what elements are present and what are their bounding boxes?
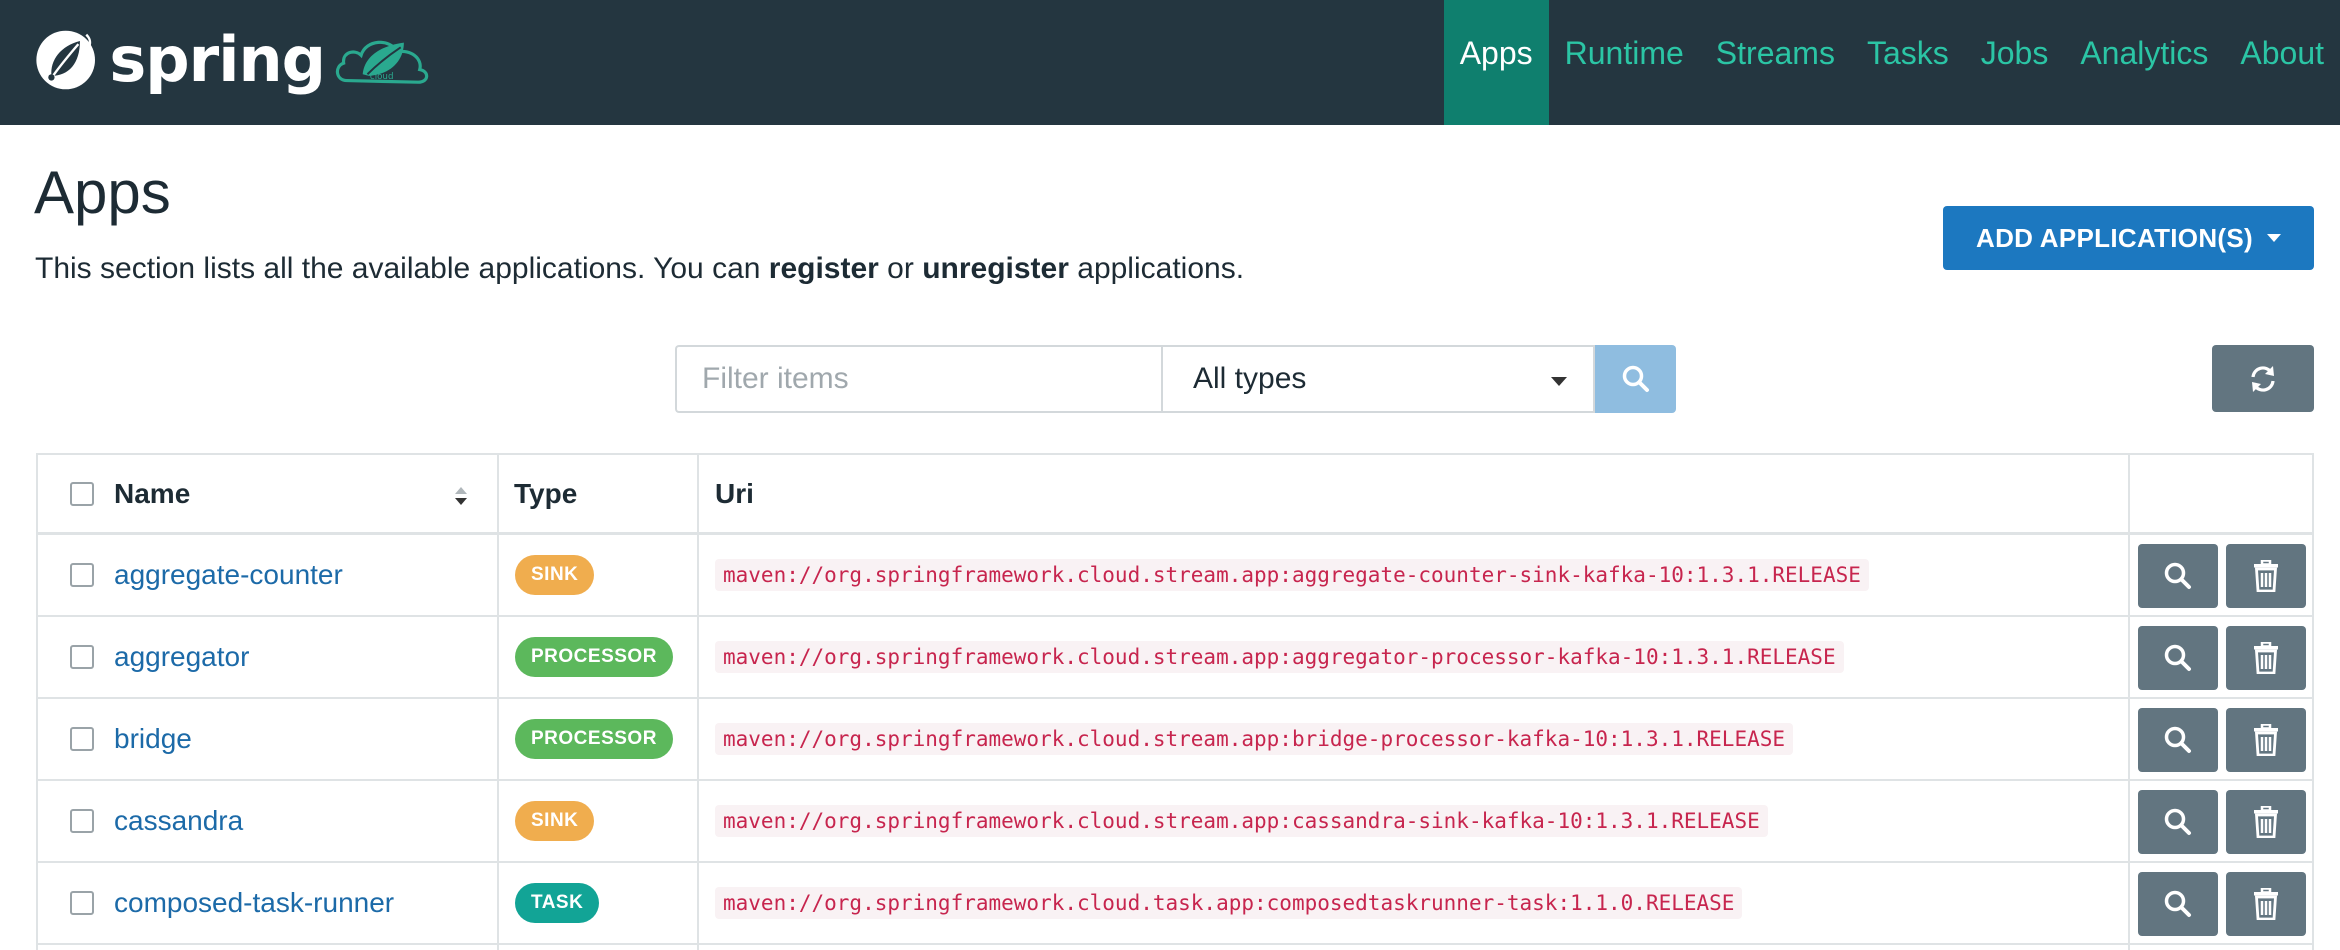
table-row: aggregator PROCESSOR maven://org.springf… — [38, 617, 2312, 699]
add-applications-label: ADD APPLICATION(S) — [1976, 222, 2253, 253]
row-checkbox[interactable] — [70, 645, 94, 669]
spring-logo[interactable]: spring cloud — [34, 20, 434, 100]
add-applications-button[interactable]: ADD APPLICATION(S) — [1943, 206, 2314, 270]
unregister-button[interactable] — [2226, 626, 2306, 690]
view-details-button[interactable] — [2138, 872, 2218, 936]
type-badge: SINK — [515, 555, 595, 595]
apps-table: Name Type Uri aggregate-counter SINK mav… — [36, 453, 2314, 950]
brand-name: spring — [109, 23, 326, 96]
type-badge: TASK — [515, 883, 600, 923]
type-badge: PROCESSOR — [515, 637, 673, 677]
row-checkbox[interactable] — [70, 891, 94, 915]
desc-suffix: applications. — [1068, 252, 1245, 285]
row-checkbox[interactable] — [70, 563, 94, 587]
app-uri: maven://org.springframework.cloud.stream… — [715, 641, 1844, 673]
page-description: This section lists all the available app… — [35, 252, 1244, 286]
type-badge: PROCESSOR — [515, 719, 673, 759]
app-name-link[interactable]: cassandra — [114, 805, 243, 837]
app-uri: maven://org.springframework.cloud.task.a… — [715, 887, 1743, 919]
row-checkbox[interactable] — [70, 809, 94, 833]
app-uri: maven://org.springframework.cloud.stream… — [715, 805, 1768, 837]
nav-analytics[interactable]: Analytics — [2064, 0, 2224, 125]
search-icon — [2164, 726, 2191, 753]
app-name-link[interactable]: aggregator — [114, 641, 249, 673]
type-select-value: All types — [1193, 362, 1307, 395]
select-all-checkbox[interactable] — [70, 481, 94, 506]
caret-down-icon — [2266, 234, 2281, 242]
nav-about[interactable]: About — [2224, 0, 2340, 125]
app-name-link[interactable]: aggregate-counter — [114, 559, 343, 591]
page-title: Apps — [34, 159, 171, 226]
view-details-button[interactable] — [2138, 790, 2218, 854]
table-row: bridge PROCESSOR maven://org.springframe… — [38, 699, 2312, 781]
nav-apps[interactable]: Apps — [1443, 0, 1549, 125]
app-name-link[interactable]: bridge — [114, 723, 192, 755]
search-button[interactable] — [1595, 345, 1676, 413]
table-row: aggregate-counter SINK maven://org.sprin… — [38, 535, 2312, 617]
top-navbar: spring cloud Apps Runtime Streams Tasks … — [0, 0, 2340, 125]
view-details-button[interactable] — [2138, 626, 2218, 690]
search-icon — [2164, 562, 2191, 589]
view-details-button[interactable] — [2138, 544, 2218, 608]
app-name-link[interactable]: composed-task-runner — [114, 887, 394, 919]
desc-or: or — [878, 252, 923, 285]
filter-input[interactable]: Filter items — [675, 345, 1161, 413]
table-header: Name Type Uri — [38, 455, 2312, 535]
column-header-name[interactable]: Name — [114, 478, 190, 510]
cloud-text: cloud — [370, 72, 394, 82]
app-uri: maven://org.springframework.cloud.stream… — [715, 559, 1869, 591]
nav-tasks[interactable]: Tasks — [1851, 0, 1965, 125]
search-icon — [2164, 808, 2191, 835]
app-uri: maven://org.springframework.cloud.stream… — [715, 723, 1794, 755]
row-checkbox[interactable] — [70, 727, 94, 751]
table-row: composed-task-runner TASK maven://org.sp… — [38, 863, 2312, 945]
desc-unregister: unregister — [922, 252, 1069, 285]
search-icon — [2164, 890, 2191, 917]
chevron-down-icon — [1551, 377, 1567, 386]
desc-prefix: This section lists all the available app… — [35, 252, 769, 285]
unregister-button[interactable] — [2226, 790, 2306, 854]
type-select[interactable]: All types — [1161, 345, 1595, 413]
cloud-leaf-icon: cloud — [335, 40, 429, 84]
unregister-button[interactable] — [2226, 544, 2306, 608]
trash-icon — [2254, 888, 2278, 920]
unregister-button[interactable] — [2226, 708, 2306, 772]
refresh-icon — [2251, 365, 2275, 392]
nav-runtime[interactable]: Runtime — [1549, 0, 1700, 125]
spring-leaf-icon — [36, 30, 95, 90]
search-icon — [1622, 365, 1649, 392]
column-header-uri: Uri — [715, 477, 754, 509]
view-details-button[interactable] — [2138, 708, 2218, 772]
trash-icon — [2254, 724, 2278, 756]
refresh-button[interactable] — [2212, 345, 2314, 412]
trash-icon — [2254, 560, 2278, 592]
sort-icon[interactable] — [453, 485, 469, 507]
trash-icon — [2254, 806, 2278, 838]
nav-streams[interactable]: Streams — [1700, 0, 1851, 125]
table-row: cassandra SINK maven://org.springframewo… — [38, 781, 2312, 863]
trash-icon — [2254, 642, 2278, 674]
desc-register: register — [768, 252, 879, 285]
search-icon — [2164, 644, 2191, 671]
type-badge: SINK — [515, 801, 595, 841]
column-header-type: Type — [514, 477, 578, 509]
main-nav: Apps Runtime Streams Tasks Jobs Analytic… — [1443, 0, 2340, 125]
unregister-button[interactable] — [2226, 872, 2306, 936]
nav-jobs[interactable]: Jobs — [1965, 0, 2065, 125]
